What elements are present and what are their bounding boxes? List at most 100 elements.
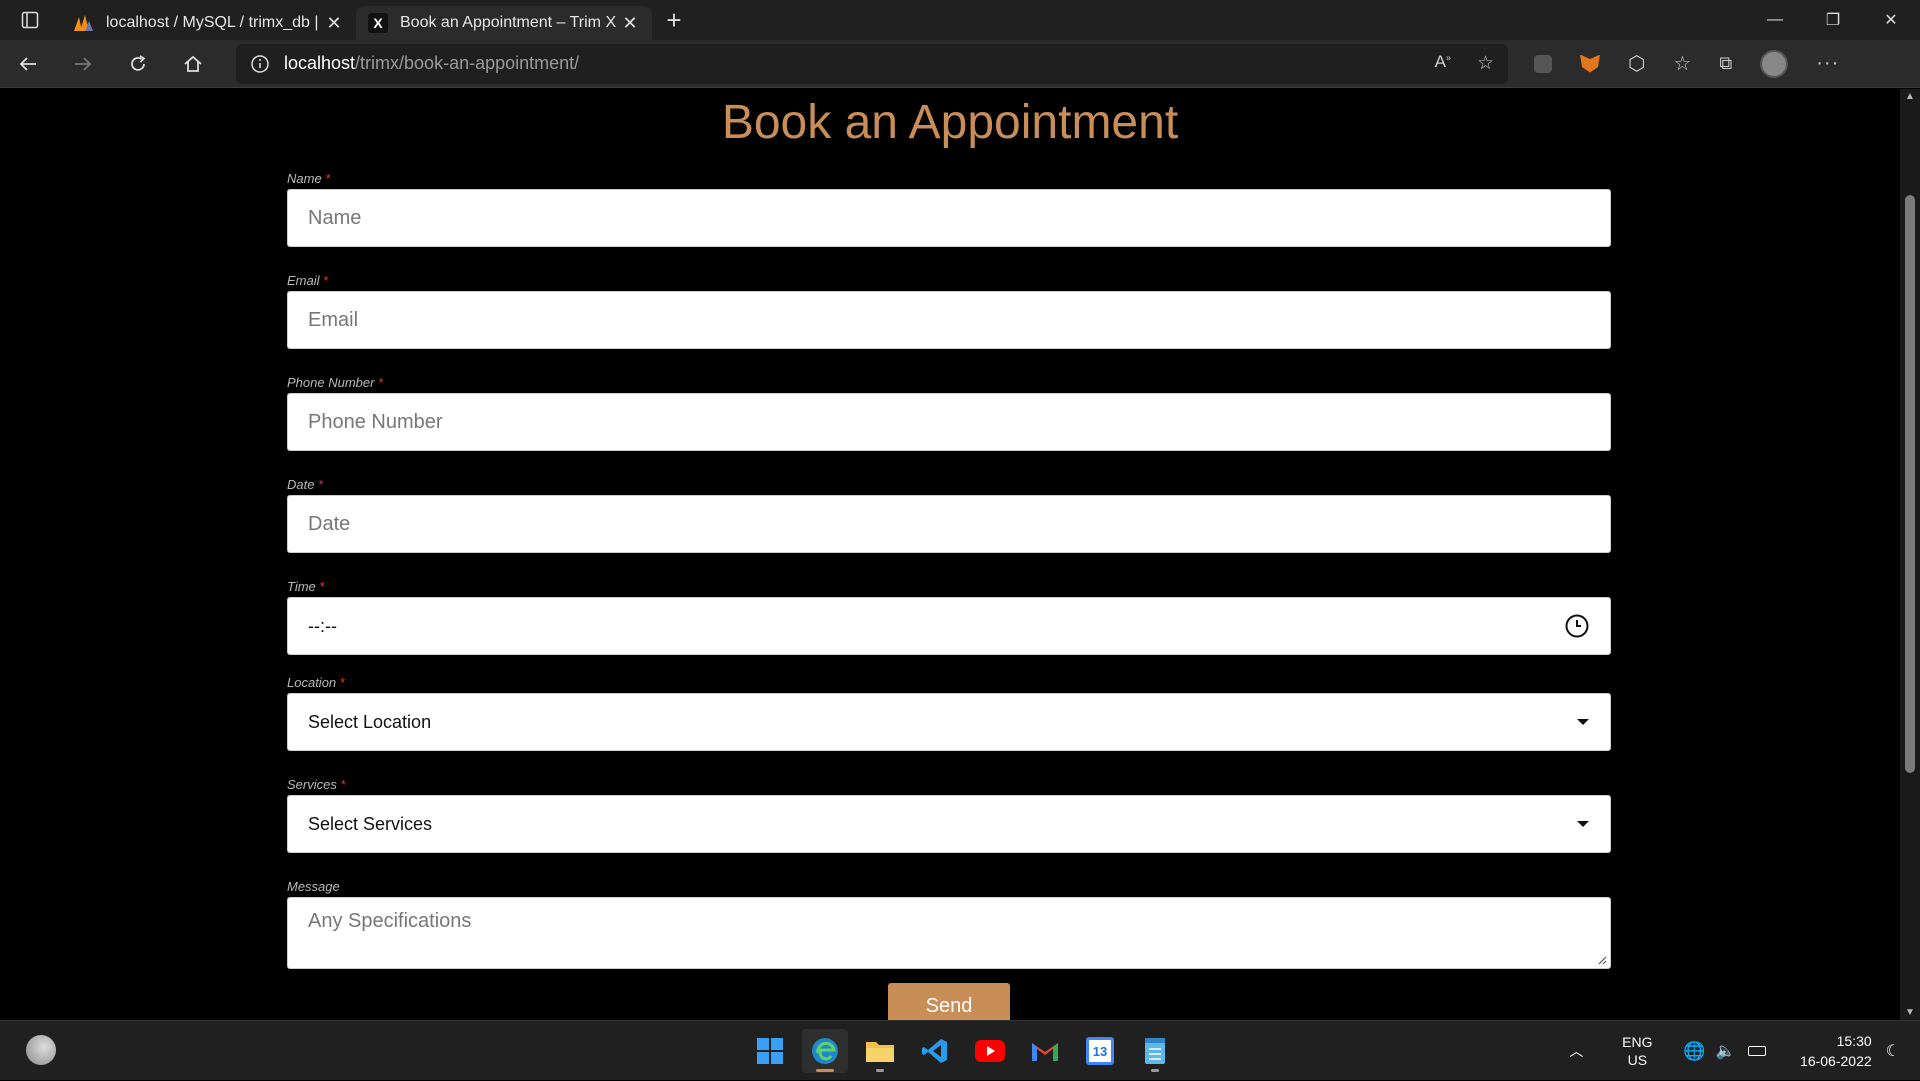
resize-handle-icon[interactable] [1597, 955, 1607, 965]
message-textarea[interactable]: Any Specifications [287, 897, 1611, 969]
taskbar-notepad[interactable] [1132, 1029, 1178, 1073]
email-input[interactable]: Email [287, 291, 1611, 349]
caret-down-icon [1577, 719, 1589, 725]
language-code: ENG [1622, 1034, 1653, 1050]
email-placeholder: Email [308, 308, 359, 331]
tab-actions-icon [21, 11, 39, 29]
phone-label: Phone Number * [287, 375, 384, 390]
scroll-down-icon[interactable]: ▼ [1900, 1007, 1920, 1018]
tab-title: localhost / MySQL / trimx_db | pl [106, 14, 324, 31]
taskbar-file-explorer[interactable] [857, 1029, 903, 1073]
weather-widget-icon[interactable] [26, 1035, 56, 1065]
browser-tab-bar: localhost / MySQL / trimx_db | pl ✕ X Bo… [0, 0, 1920, 40]
tab-phpmyadmin[interactable]: localhost / MySQL / trimx_db | pl ✕ [60, 6, 356, 40]
site-info-icon[interactable] [250, 54, 270, 74]
favorites-icon[interactable]: ☆ [1673, 51, 1691, 76]
date-input[interactable]: Date [287, 495, 1611, 553]
gmail-icon [1032, 1043, 1058, 1061]
message-placeholder: Any Specifications [308, 910, 472, 932]
youtube-icon [975, 1040, 1005, 1062]
address-bar[interactable]: localhost/trimx/book-an-appointment/ A» … [236, 43, 1508, 84]
extensions-area: ⬡ ☆ ⧉ ··· [1534, 49, 1839, 78]
tab-book-appointment[interactable]: X Book an Appointment – Trim X ✕ [356, 6, 652, 40]
send-button[interactable]: Send [888, 983, 1010, 1020]
date-label: Date * [287, 477, 324, 492]
restore-button[interactable]: ❐ [1804, 0, 1862, 40]
time-value: --:-- [308, 615, 337, 636]
battery-icon[interactable] [1747, 1046, 1766, 1056]
email-label: Email * [287, 273, 329, 288]
read-aloud-icon[interactable]: A» [1435, 52, 1451, 75]
calendar-icon: 13 [1086, 1037, 1114, 1065]
extension-tampermonkey-icon[interactable] [1534, 54, 1552, 73]
url-host: localhost [284, 53, 356, 73]
time-input[interactable]: --:-- [287, 597, 1611, 655]
message-label: Message [287, 879, 340, 894]
windows-start-icon [757, 1038, 783, 1064]
start-button[interactable] [747, 1029, 793, 1073]
name-placeholder: Name [308, 206, 362, 229]
tab-close-icon[interactable]: ✕ [620, 13, 640, 34]
focus-assist-icon[interactable]: ☾ [1886, 1041, 1900, 1061]
clock-time: 15:30 [1836, 1033, 1872, 1049]
new-tab-button[interactable]: + [652, 5, 696, 36]
tab-title: Book an Appointment – Trim X [400, 14, 617, 31]
tab-actions-button[interactable] [0, 0, 60, 40]
time-label: Time * [287, 579, 325, 594]
appointment-form: Name * Name Email * Email Phone Number * Ph… [287, 169, 1611, 969]
caret-down-icon [1577, 821, 1589, 827]
show-hidden-icons-icon[interactable]: ︿ [1569, 1041, 1583, 1061]
vscode-icon [922, 1039, 947, 1063]
date-placeholder: Date [308, 512, 351, 535]
extension-metamask-icon[interactable] [1580, 54, 1600, 73]
tab-close-icon[interactable]: ✕ [324, 13, 344, 34]
home-icon [183, 55, 202, 72]
input-language[interactable]: ENG US [1607, 1033, 1667, 1069]
taskbar-gmail[interactable] [1022, 1029, 1068, 1073]
windows-taskbar: 13 ︿ ENG US 🌐 🔈 15:30 16-06-2022 ☾ [0, 1020, 1920, 1080]
home-button[interactable] [165, 40, 220, 88]
name-input[interactable]: Name [287, 189, 1611, 247]
taskbar-vscode[interactable] [912, 1029, 958, 1073]
location-select[interactable]: Select Location [287, 693, 1611, 751]
edge-browser-icon [812, 1038, 838, 1064]
collections-icon[interactable]: ⧉ [1719, 53, 1732, 74]
page-viewport: Book an Appointment Name * Name Email * Em… [0, 89, 1900, 1020]
region-code: US [1627, 1052, 1648, 1068]
minimize-button[interactable]: — [1746, 0, 1804, 40]
back-button[interactable] [0, 40, 55, 88]
notepad-icon [1145, 1038, 1165, 1064]
taskbar-edge[interactable] [802, 1029, 848, 1073]
url-path: /trimx/book-an-appointment/ [355, 53, 580, 73]
volume-icon[interactable]: 🔈 [1716, 1041, 1736, 1061]
close-window-button[interactable]: ✕ [1862, 0, 1920, 40]
refresh-button[interactable] [110, 40, 165, 88]
scrollbar-thumb[interactable] [1905, 195, 1915, 773]
add-favorite-icon[interactable]: ☆ [1477, 52, 1494, 75]
location-label: Location * [287, 675, 346, 690]
page-scrollbar[interactable]: ▲ ▼ [1900, 89, 1920, 1020]
page-title: Book an Appointment [721, 96, 1179, 149]
system-clock[interactable]: 15:30 16-06-2022 [1776, 1031, 1872, 1071]
folder-icon [866, 1042, 894, 1062]
services-selected-value: Select Services [308, 813, 433, 834]
profile-avatar[interactable] [1760, 49, 1789, 78]
services-label: Services * [287, 777, 346, 792]
clock-icon[interactable] [1564, 613, 1590, 639]
back-arrow-icon [19, 56, 36, 71]
window-controls: — ❐ ✕ [1746, 0, 1920, 40]
location-selected-value: Select Location [308, 711, 432, 732]
browser-toolbar: localhost/trimx/book-an-appointment/ A» … [0, 40, 1920, 88]
extensions-icon[interactable]: ⬡ [1628, 51, 1645, 76]
network-icon[interactable]: 🌐 [1683, 1041, 1705, 1062]
phpmyadmin-favicon-icon [72, 12, 94, 34]
more-menu-icon[interactable]: ··· [1816, 52, 1839, 75]
forward-button[interactable] [55, 40, 110, 88]
trimx-favicon-icon: X [368, 13, 388, 33]
phone-input[interactable]: Phone Number [287, 393, 1611, 451]
services-select[interactable]: Select Services [287, 795, 1611, 853]
taskbar-youtube[interactable] [967, 1029, 1013, 1073]
taskbar-calendar[interactable]: 13 [1077, 1029, 1123, 1073]
name-label: Name * [287, 171, 331, 186]
scroll-up-icon[interactable]: ▲ [1900, 91, 1920, 102]
